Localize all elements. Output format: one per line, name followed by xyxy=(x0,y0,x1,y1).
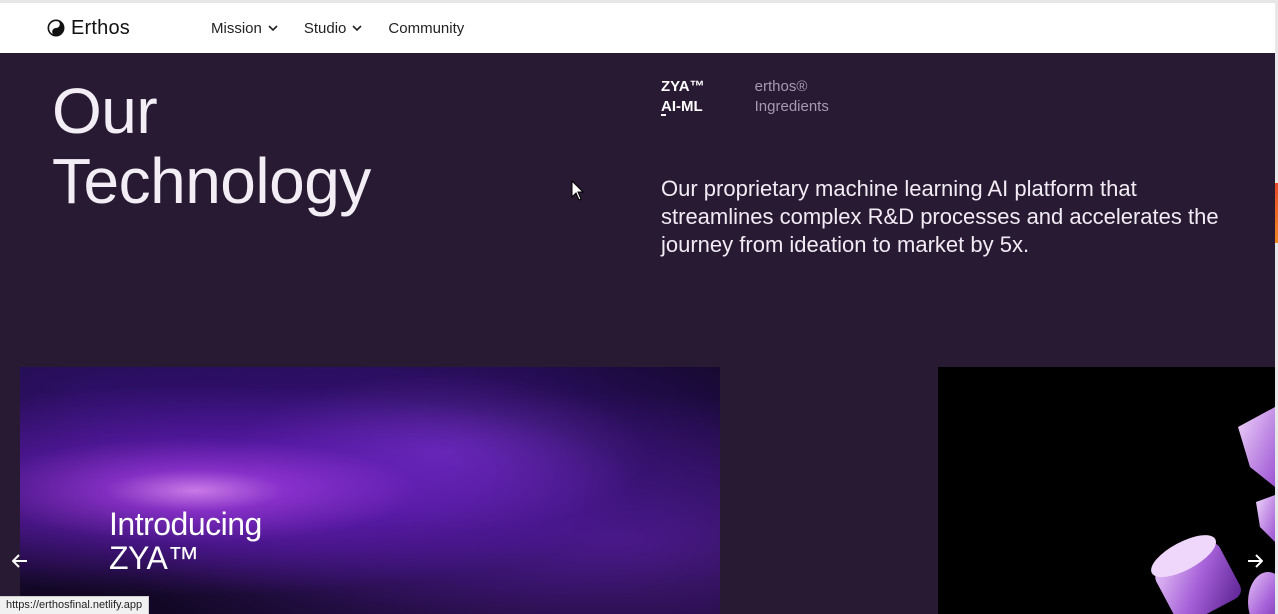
site-header: Erthos Mission Studio Community xyxy=(0,3,1275,53)
chevron-down-icon xyxy=(352,24,362,31)
card-heading: Introducing ZYA™ xyxy=(109,507,262,575)
tab-label-line-1: ZYA™ xyxy=(661,78,705,95)
brand-name: Erthos xyxy=(71,16,131,39)
tab-label-line-2: Ingredients xyxy=(754,98,829,115)
nav-item-mission[interactable]: Mission xyxy=(211,20,278,37)
status-bar-url: https://erthosfinal.netlify.app xyxy=(0,596,150,614)
title-line-1: Our xyxy=(52,75,158,147)
chevron-down-icon xyxy=(268,24,278,31)
active-tab-indicator xyxy=(661,114,666,116)
nav-item-label: Community xyxy=(388,19,465,37)
card-heading-line-1: Introducing xyxy=(109,506,262,542)
carousel-prev-button[interactable] xyxy=(8,549,32,573)
mouse-cursor-icon xyxy=(571,180,585,201)
nav-item-community[interactable]: Community xyxy=(388,20,464,37)
nav-item-label: Mission xyxy=(211,19,262,37)
arrow-right-icon xyxy=(1248,554,1263,568)
carousel-card-next[interactable] xyxy=(938,367,1275,614)
brand-link[interactable]: Erthos xyxy=(47,3,130,53)
nav-item-studio[interactable]: Studio xyxy=(304,20,363,37)
tab-zya-ai-ml[interactable]: ZYA™ AI-ML xyxy=(661,77,705,117)
technology-tabs: ZYA™ AI-ML erthos® Ingredients xyxy=(661,77,829,117)
purple-shapes-image xyxy=(1151,407,1275,614)
carousel-next-button[interactable] xyxy=(1243,549,1267,573)
main-nav: Mission Studio Community xyxy=(211,3,490,53)
nav-item-label: Studio xyxy=(303,19,347,37)
tab-label-line-2: AI-ML xyxy=(661,98,703,115)
tab-erthos-ingredients[interactable]: erthos® Ingredients xyxy=(755,77,829,117)
title-line-2: Technology xyxy=(52,145,371,217)
card-heading-line-2: ZYA™ xyxy=(109,540,199,576)
tab-label-line-1: erthos® xyxy=(754,78,808,95)
arrow-left-icon xyxy=(12,554,27,568)
technology-description: Our proprietary machine learning AI plat… xyxy=(661,176,1219,257)
carousel-card-zya[interactable]: Introducing ZYA™ xyxy=(20,367,720,614)
erthos-logo-icon xyxy=(47,19,65,37)
page-title: Our Technology xyxy=(52,76,472,216)
